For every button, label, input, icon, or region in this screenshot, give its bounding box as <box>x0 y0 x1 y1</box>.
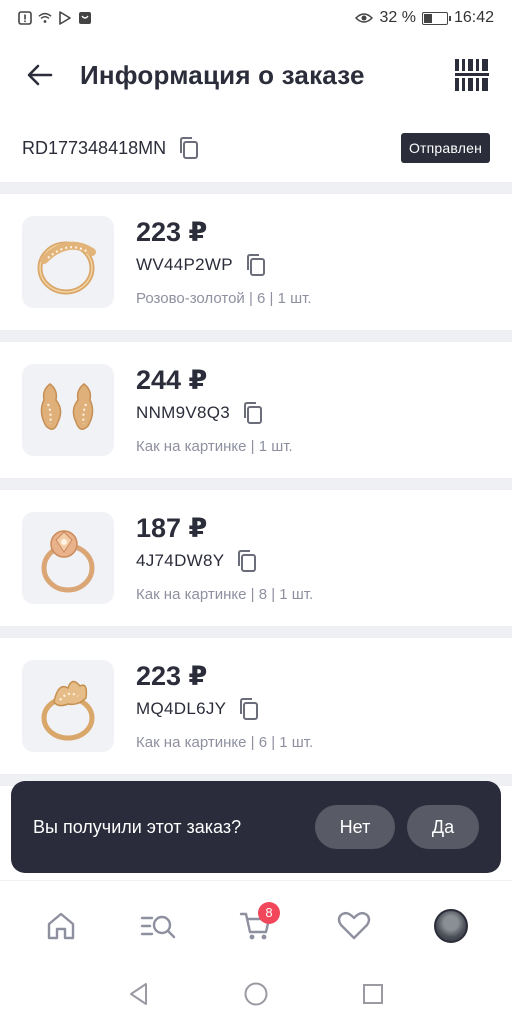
arrow-left-icon <box>27 64 53 86</box>
system-home-button[interactable] <box>236 974 276 1014</box>
nav-catalog-search[interactable] <box>128 896 188 956</box>
status-badge: Отправлен <box>400 133 490 163</box>
system-recents-button[interactable] <box>353 974 393 1014</box>
system-back-button[interactable] <box>119 974 159 1014</box>
divider <box>0 626 512 638</box>
copy-icon <box>246 254 265 276</box>
copy-icon <box>238 550 257 572</box>
nav-favorites[interactable] <box>324 896 384 956</box>
app-header: Информация о заказе <box>0 40 512 110</box>
prompt-question: Вы получили этот заказ? <box>33 816 242 837</box>
page-title: Информация о заказе <box>80 59 365 90</box>
item-sku: MQ4DL6JY <box>136 699 227 718</box>
clock: 16:42 <box>453 9 494 26</box>
avatar <box>434 908 469 943</box>
copy-sku-button[interactable] <box>243 252 269 278</box>
barcode-button[interactable] <box>452 55 492 95</box>
item-sku: WV44P2WP <box>136 255 233 274</box>
play-store-icon <box>58 11 72 25</box>
item-price: 223 ₽ <box>136 661 208 691</box>
catalog-search-icon <box>141 915 176 938</box>
copy-sku-button[interactable] <box>234 548 260 574</box>
shop-icon <box>78 11 92 25</box>
nav-profile[interactable] <box>421 896 481 956</box>
product-image-ring <box>22 216 114 308</box>
home-icon <box>47 912 74 939</box>
nav-home[interactable] <box>31 896 91 956</box>
status-bar: 32 % 16:42 <box>0 0 512 36</box>
battery-percent: 32 % <box>379 9 416 26</box>
copy-sku-button[interactable] <box>240 400 266 426</box>
alert-icon <box>18 11 32 25</box>
item-sku: 4J74DW8Y <box>136 551 225 570</box>
battery-level <box>423 13 432 23</box>
circle-home-icon <box>244 982 268 1006</box>
order-item[interactable]: 244 ₽ NNM9V8Q3 Как на картинке | 1 шт. <box>0 342 512 478</box>
wifi-icon <box>38 11 52 25</box>
item-price: 244 ₽ <box>136 365 208 395</box>
back-button[interactable] <box>20 55 60 95</box>
copy-order-id-button[interactable] <box>176 135 202 161</box>
order-info-row: RD177348418MN Отправлен <box>0 128 512 168</box>
triangle-back-icon <box>129 983 147 1005</box>
bottom-nav: 8 <box>0 880 512 970</box>
item-price: 223 ₽ <box>136 217 208 247</box>
system-nav-bar <box>0 964 512 1024</box>
order-item[interactable]: 223 ₽ WV44P2WP Розово-золотой | 6 | 1 шт… <box>0 194 512 330</box>
order-id: RD177348418MN <box>22 137 167 158</box>
cart-count-badge: 8 <box>257 901 280 924</box>
copy-icon <box>180 137 199 159</box>
yes-button[interactable]: Да <box>407 805 479 849</box>
item-details: Как на картинке | 1 шт. <box>136 438 293 455</box>
divider <box>0 330 512 342</box>
copy-icon <box>244 402 263 424</box>
square-recents-icon <box>363 984 384 1004</box>
copy-icon <box>240 698 259 720</box>
item-details: Розово-золотой | 6 | 1 шт. <box>136 290 312 307</box>
divider <box>0 478 512 490</box>
order-received-prompt: Вы получили этот заказ? Нет Да <box>11 781 501 873</box>
item-details: Как на картинке | 8 | 1 шт. <box>136 586 314 603</box>
item-details: Как на картинке | 6 | 1 шт. <box>136 734 314 751</box>
item-price: 187 ₽ <box>136 513 208 543</box>
divider <box>0 182 512 194</box>
item-sku: NNM9V8Q3 <box>136 403 231 422</box>
product-image-ring <box>22 660 114 752</box>
product-image-earrings <box>22 364 114 456</box>
no-button[interactable]: Нет <box>315 805 395 849</box>
order-item[interactable]: 187 ₽ 4J74DW8Y Как на картинке | 8 | 1 ш… <box>0 490 512 626</box>
battery-icon <box>421 11 451 25</box>
barcode-icon <box>455 59 489 91</box>
eye-icon <box>355 11 374 25</box>
product-image-ring <box>22 512 114 604</box>
nav-cart[interactable]: 8 <box>226 896 286 956</box>
copy-sku-button[interactable] <box>236 696 262 722</box>
order-item[interactable]: 223 ₽ MQ4DL6JY Как на картинке | 6 | 1 ш… <box>0 638 512 774</box>
heart-icon <box>337 911 370 939</box>
